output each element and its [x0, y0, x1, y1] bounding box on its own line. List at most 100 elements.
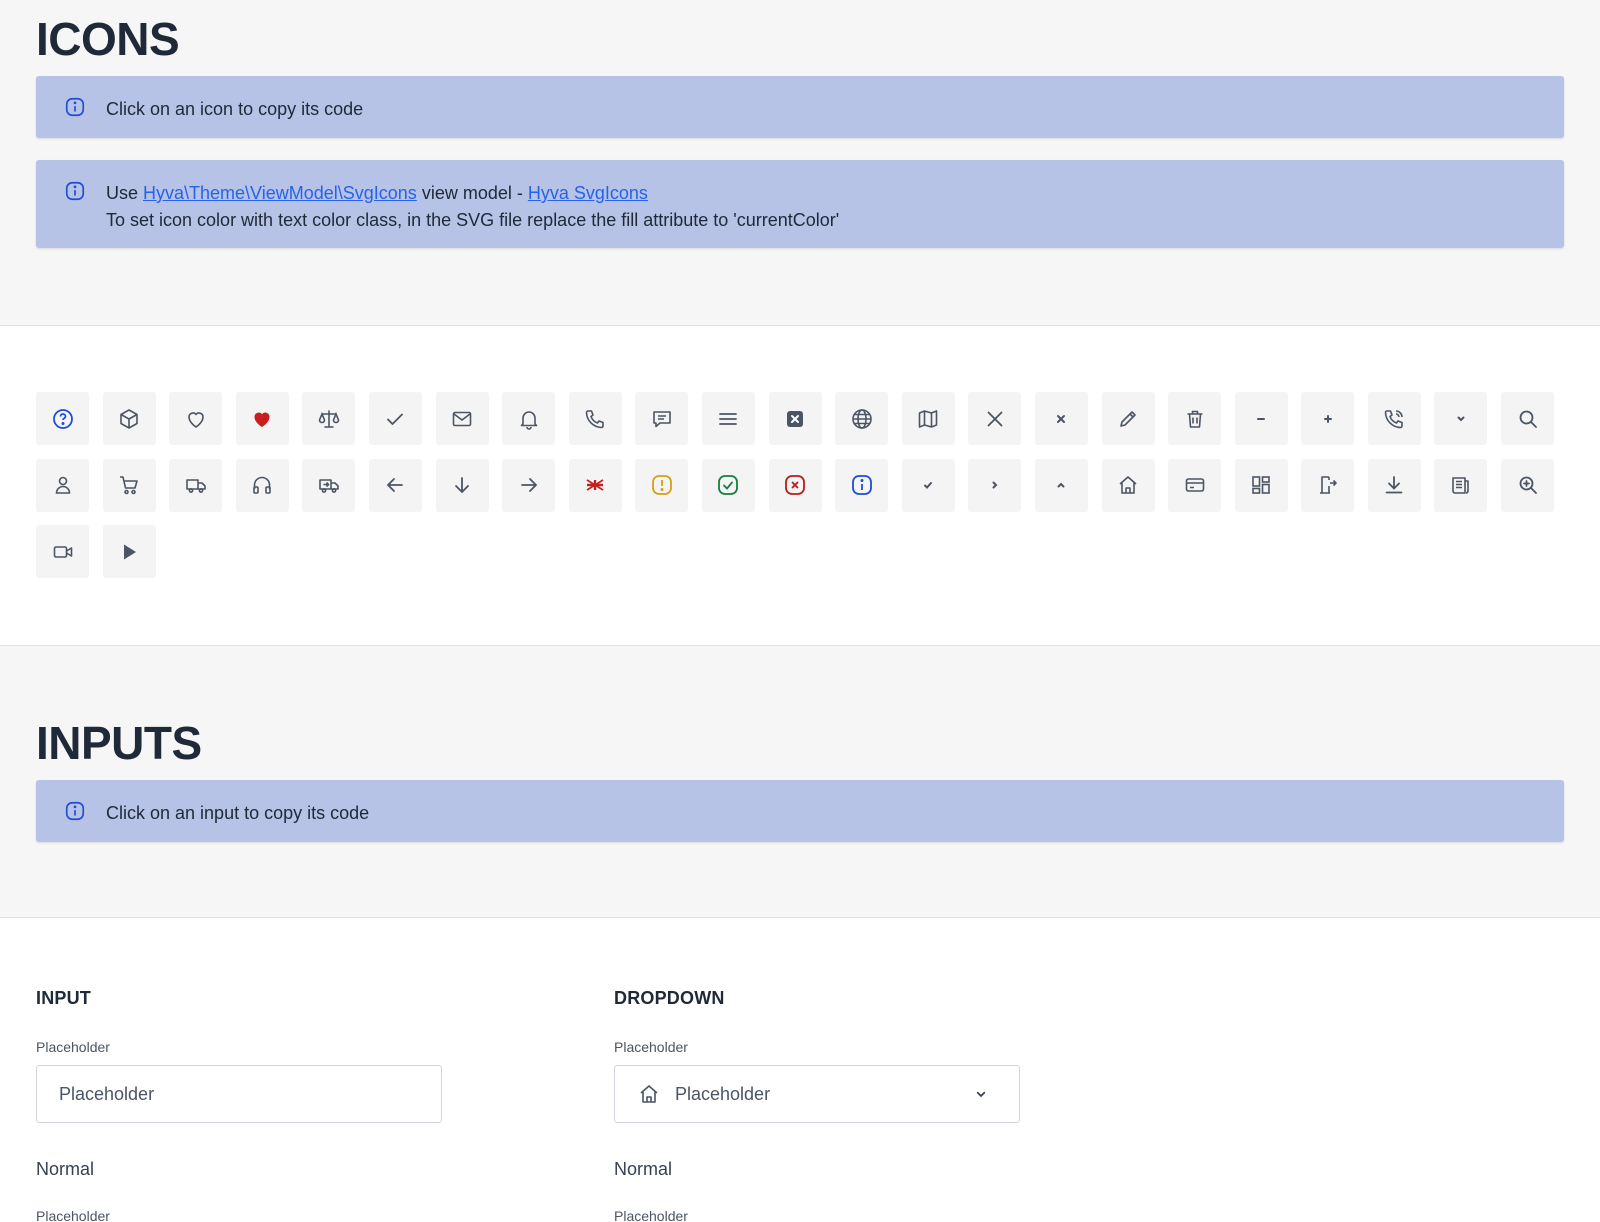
- icon-tile-scale[interactable]: [302, 392, 356, 445]
- icon-tile-trash[interactable]: [1168, 392, 1222, 445]
- info-square-icon: [851, 475, 872, 495]
- phone-ring-icon: [1385, 409, 1404, 428]
- icon-tile-truck[interactable]: [169, 458, 223, 512]
- inputs-copy-alert: Click on an input to copy its code: [36, 780, 1564, 842]
- icon-tile-map[interactable]: [901, 392, 955, 445]
- icon-tile-mail[interactable]: [435, 392, 489, 445]
- cube-icon: [120, 408, 138, 429]
- icon-tile-heart-outline[interactable]: [169, 392, 223, 445]
- bell-icon: [520, 410, 537, 430]
- icon-tile-cart[interactable]: [102, 458, 156, 512]
- icon-tile-play[interactable]: [102, 525, 156, 579]
- dropdown-state-label: Normal: [614, 1159, 673, 1179]
- icons-section-title: ICONS: [36, 13, 180, 65]
- icon-tile-download[interactable]: [1367, 458, 1421, 512]
- map-icon: [918, 409, 938, 428]
- globe-icon: [851, 408, 872, 429]
- dropdown-next-label: Placeholder: [614, 1208, 688, 1222]
- icon-tile-home[interactable]: [1101, 458, 1155, 512]
- phone-icon: [585, 409, 605, 428]
- icon-tile-pencil[interactable]: [1101, 392, 1155, 445]
- placeholder-dropdown[interactable]: Placeholder: [614, 1065, 1020, 1123]
- delivery-van-icon: [319, 479, 339, 493]
- inputs-section-header: INPUTS Click on an input to copy its cod…: [0, 646, 1600, 918]
- chat-icon: [653, 410, 671, 427]
- icon-tile-phone[interactable]: [568, 392, 622, 445]
- placeholder-text-input[interactable]: [36, 1065, 442, 1123]
- scale-icon: [318, 409, 340, 428]
- icons-usage-alert-text: Use Hyva\Theme\ViewModel\SvgIcons view m…: [106, 180, 839, 234]
- menu-icon: [719, 412, 738, 425]
- icon-tile-info[interactable]: [835, 458, 889, 512]
- download-icon: [1385, 476, 1403, 494]
- icon-tile-x-square[interactable]: [768, 392, 822, 445]
- icon-tile-arrow-right[interactable]: [502, 458, 556, 512]
- icon-tile-cube[interactable]: [102, 392, 156, 445]
- inputs-section-title: INPUTS: [36, 717, 202, 769]
- icon-tile-heart-filled[interactable]: [235, 392, 289, 445]
- icon-tile-credit-card[interactable]: [1168, 458, 1222, 512]
- icon-tile-x-large[interactable]: [968, 392, 1022, 445]
- icon-tile-x-small[interactable]: [1034, 392, 1088, 445]
- icon-tile-success[interactable]: [701, 458, 755, 512]
- icons-usage-alert: Use Hyva\Theme\ViewModel\SvgIcons view m…: [36, 160, 1564, 248]
- newspaper-icon: [1452, 477, 1469, 494]
- icon-tile-uk-flag[interactable]: [568, 458, 622, 512]
- icon-tile-minus[interactable]: [1234, 392, 1288, 445]
- icon-tile-warning[interactable]: [635, 458, 689, 512]
- hyva-svgicons-link[interactable]: Hyva SvgIcons: [528, 183, 648, 203]
- chevron-down-small-icon: [1457, 416, 1465, 421]
- icon-tile-delivery-van[interactable]: [302, 458, 356, 512]
- check-icon: [387, 413, 404, 425]
- icon-tile-menu[interactable]: [701, 392, 755, 445]
- icon-tile-share-door[interactable]: [1301, 458, 1355, 512]
- icon-tile-search[interactable]: [1501, 392, 1555, 445]
- icon-tile-zoom-in[interactable]: [1501, 458, 1555, 512]
- icon-tile-question[interactable]: [36, 392, 89, 445]
- zoom-in-icon: [1519, 476, 1537, 494]
- heart-filled-icon: [254, 412, 270, 427]
- dropdown-label: Placeholder: [614, 1039, 688, 1055]
- icon-tile-plus[interactable]: [1301, 392, 1355, 445]
- icon-tile-video[interactable]: [36, 525, 89, 579]
- icon-tile-chat[interactable]: [635, 392, 689, 445]
- info-icon: [65, 181, 85, 201]
- icon-tile-headphones[interactable]: [235, 458, 289, 512]
- icon-tile-chevron-down-small[interactable]: [1434, 392, 1488, 445]
- icons-grid-section: [0, 326, 1600, 646]
- inputs-copy-alert-text: Click on an input to copy its code: [106, 803, 370, 823]
- icon-tile-arrow-down[interactable]: [435, 458, 489, 512]
- icon-tile-check-small[interactable]: [901, 458, 955, 512]
- icon-tile-user[interactable]: [36, 458, 89, 512]
- icon-tile-phone-ring[interactable]: [1367, 392, 1421, 445]
- heart-outline-icon: [187, 411, 204, 428]
- check-small-icon: [924, 482, 933, 490]
- pencil-icon: [1120, 410, 1136, 427]
- chevron-right-icon: [992, 481, 998, 489]
- success-square-icon: [718, 475, 739, 495]
- icon-tile-globe[interactable]: [835, 392, 889, 445]
- dashboard-icon: [1252, 476, 1270, 494]
- x-large-icon: [987, 411, 1003, 426]
- icon-grid: [36, 392, 1555, 579]
- icon-tile-chevron-right[interactable]: [968, 458, 1022, 512]
- question-circle-icon: [52, 408, 73, 429]
- icon-tile-arrow-left[interactable]: [368, 458, 422, 512]
- icon-tile-chevron-up[interactable]: [1034, 458, 1088, 512]
- input-label: Placeholder: [36, 1039, 110, 1055]
- home-icon: [640, 1085, 658, 1103]
- info-icon: [65, 801, 85, 821]
- usage-middle: view model -: [416, 183, 528, 203]
- minus-icon: [1257, 417, 1266, 420]
- input-demo-column: INPUT Placeholder Normal Placeholder: [36, 988, 442, 1222]
- icons-copy-alert: Click on an icon to copy its code: [36, 76, 1564, 138]
- icon-tile-newspaper[interactable]: [1434, 458, 1488, 512]
- svgicons-viewmodel-link[interactable]: Hyva\Theme\ViewModel\SvgIcons: [143, 183, 417, 203]
- icon-tile-check[interactable]: [368, 392, 422, 445]
- icon-tile-bell[interactable]: [502, 392, 556, 445]
- input-heading: INPUT: [36, 988, 91, 1008]
- icon-tile-dashboard[interactable]: [1234, 458, 1288, 512]
- icon-tile-error[interactable]: [768, 458, 822, 512]
- dropdown-value: Placeholder: [675, 1083, 771, 1104]
- error-square-icon: [785, 475, 805, 495]
